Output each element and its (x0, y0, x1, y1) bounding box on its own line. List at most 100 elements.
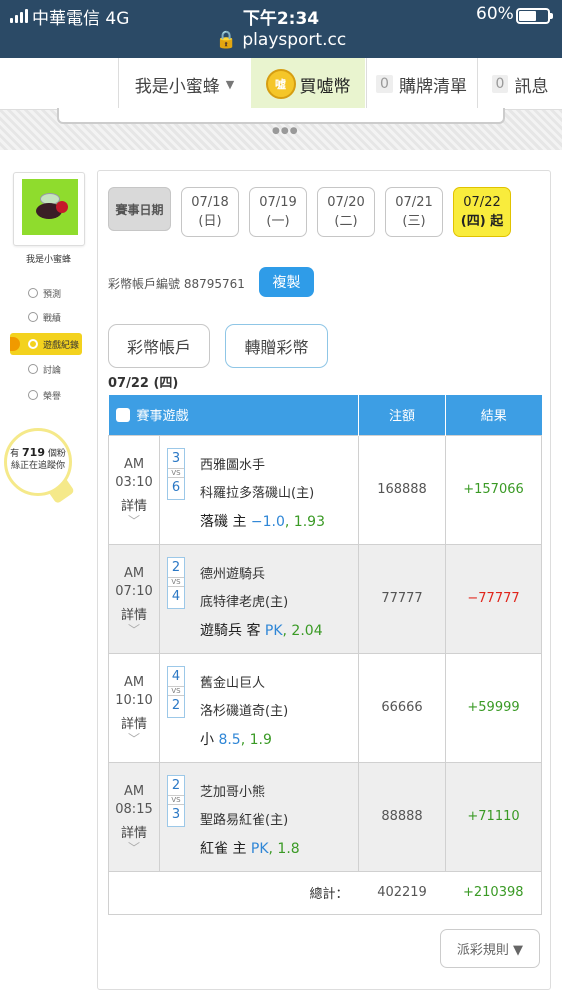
score-home: 3 (171, 806, 181, 822)
top-nav: 我是小蜜蜂 ▼ 噓買噓幣 0 購牌清單 0 訊息 (0, 58, 562, 110)
bet-amount: 88888 (358, 761, 447, 872)
copy-button[interactable]: 複製 (259, 267, 314, 297)
game-time: AM 10:10 詳情 ﹀ (108, 652, 160, 763)
details-link[interactable]: 詳情 (109, 498, 159, 516)
details-link[interactable]: 詳情 (109, 716, 159, 734)
database-icon (115, 408, 130, 422)
sidebar-item-predict[interactable]: 預測 (12, 282, 84, 304)
tab-transfer-coins[interactable]: 轉贈彩幣 (225, 324, 328, 368)
target-icon (28, 288, 38, 298)
score-box: 2 VS 4 (167, 556, 185, 609)
date-btn-0721[interactable]: 07/21 (三) (385, 187, 443, 237)
team-away: 芝加哥小熊 (200, 784, 266, 800)
total-amount: 402219 (358, 870, 446, 915)
pick-line: −1.0 (250, 513, 285, 530)
sidebar-item-discuss[interactable]: 討論 (12, 358, 84, 380)
chevron-down-icon[interactable]: ﹀ (109, 733, 159, 745)
match-cell: 2 VS 3 芝加哥小熊聖路易紅雀(主) 紅雀 主 PK, 1.8 (158, 761, 360, 872)
score-box: 3 VS 6 (167, 447, 185, 500)
sidebar-item-label: 戰績 (43, 313, 62, 324)
table-row: AM 03:10 詳情 ﹀ 3 VS 6 西雅圖水手 科羅拉多落磯山(主) 落磯 主 −1.0,… (108, 434, 543, 545)
score-away: 2 (171, 559, 181, 575)
score-away: 2 (171, 777, 181, 793)
total-label: 總計： (107, 870, 359, 915)
time-ampm: AM (123, 456, 145, 472)
sidebar-item-game-history[interactable]: 遊戲紀錄 (10, 333, 82, 355)
messages-button[interactable]: 0 訊息 (477, 58, 562, 110)
table-row: AM 10:10 詳情 ﹀ 4 VS 2 舊金山巨人 洛杉磯道奇(主) 小 8.5, 1.9 6… (108, 652, 543, 763)
pick-info: 紅雀 主 PK, 1.8 (200, 838, 300, 858)
payout-rules-button[interactable]: 派彩規則 ▼ (440, 929, 540, 968)
date-btn-0722[interactable]: 07/22 (四) 起 (453, 187, 511, 237)
bet-result: +71110 (445, 761, 543, 872)
buy-coins-button[interactable]: 噓買噓幣 (251, 58, 365, 110)
time-value: 07:10 (115, 583, 153, 599)
sidebar-item-record[interactable]: 戰績 (12, 306, 84, 328)
date-btn-0720[interactable]: 07/20 (二) (317, 187, 375, 237)
section-date-title: 07/22 (四) (108, 376, 179, 391)
pick-odds: , 1.8 (268, 840, 300, 857)
sidebar-item-label: 預測 (43, 289, 62, 300)
team-away: 西雅圖水手 (200, 457, 266, 473)
pick-info: 遊騎兵 客 PK, 2.04 (200, 620, 323, 640)
user-menu-button[interactable]: 我是小蜜蜂 ▼ (118, 58, 250, 110)
score-box: 4 VS 2 (167, 665, 185, 718)
date-btn-0718[interactable]: 07/18 (日) (181, 187, 239, 237)
url-bar[interactable]: 🔒 playsport.cc (0, 30, 562, 50)
bet-amount: 168888 (358, 434, 447, 545)
pick-odds: , 2.04 (282, 622, 323, 639)
chevron-down-icon[interactable]: ﹀ (109, 624, 159, 636)
status-bar: 中華電信 4G 下午2:34 🔒 playsport.cc 60% (0, 0, 562, 58)
pencil-icon (28, 364, 38, 374)
pick-team: 紅雀 主 (200, 840, 247, 857)
date-day: (四) 起 (460, 214, 504, 229)
chevron-down-icon[interactable]: ﹀ (109, 842, 159, 854)
pick-team: 落磯 主 (200, 513, 247, 530)
carousel-dots[interactable]: ●●● (272, 126, 299, 136)
pick-line: PK (264, 622, 283, 639)
game-time: AM 07:10 詳情 ﹀ (108, 543, 160, 654)
caret-down-icon: ▼ (225, 77, 235, 91)
date-value: 07/18 (191, 195, 229, 210)
pick-odds: , 1.93 (284, 513, 325, 530)
time-value: 03:10 (115, 474, 153, 490)
pick-team: 小 (200, 731, 214, 748)
time-ampm: AM (123, 565, 145, 581)
fans-bulb[interactable]: 有 719 個粉 絲正在追蹤你 (4, 428, 72, 496)
table-row: AM 08:15 詳情 ﹀ 2 VS 3 芝加哥小熊聖路易紅雀(主) 紅雀 主 PK, 1.8… (108, 761, 543, 872)
circle-icon (28, 339, 38, 349)
vs-label: VS (168, 794, 184, 805)
banner-card[interactable] (57, 108, 505, 124)
account-number: 彩幣帳戶編號 88795761 (108, 277, 245, 291)
buy-label: 買噓幣 (299, 76, 351, 97)
details-link[interactable]: 詳情 (109, 607, 159, 625)
date-day: (日) (198, 214, 222, 229)
details-link[interactable]: 詳情 (109, 825, 159, 843)
team-away: 舊金山巨人 (200, 675, 266, 691)
total-row: 總計： 402219 +210398 (107, 870, 543, 915)
tab-coin-account[interactable]: 彩幣帳戶 (108, 324, 210, 368)
cart-button[interactable]: 0 購牌清單 (366, 58, 476, 110)
time-ampm: AM (123, 674, 145, 690)
chat-icon (28, 312, 38, 322)
cart-count-badge: 0 (376, 75, 393, 93)
score-home: 6 (171, 479, 181, 495)
game-time: AM 08:15 詳情 ﹀ (108, 761, 160, 872)
bet-amount: 66666 (358, 652, 447, 763)
avatar-frame[interactable] (13, 172, 85, 246)
coin-icon: 噓 (265, 69, 296, 99)
team-home: 聖路易紅雀(主) (200, 812, 289, 828)
chevron-down-icon[interactable]: ﹀ (109, 515, 159, 527)
team-home: 底特律老虎(主) (200, 594, 289, 610)
sidebar-item-label: 討論 (43, 365, 62, 376)
fans-prefix: 有 (10, 449, 20, 459)
fans-suffix: 絲正在追蹤你 (10, 461, 65, 471)
date-value: 07/21 (395, 195, 433, 210)
col-header-result: 結果 (445, 395, 542, 435)
sidebar-item-honor[interactable]: 榮譽 (12, 384, 84, 406)
date-btn-0719[interactable]: 07/19 (一) (249, 187, 307, 237)
score-home: 4 (171, 588, 181, 604)
pick-info: 落磯 主 −1.0, 1.93 (200, 511, 325, 531)
sidebar-item-label: 榮譽 (43, 391, 62, 402)
date-day: (二) (334, 214, 358, 229)
